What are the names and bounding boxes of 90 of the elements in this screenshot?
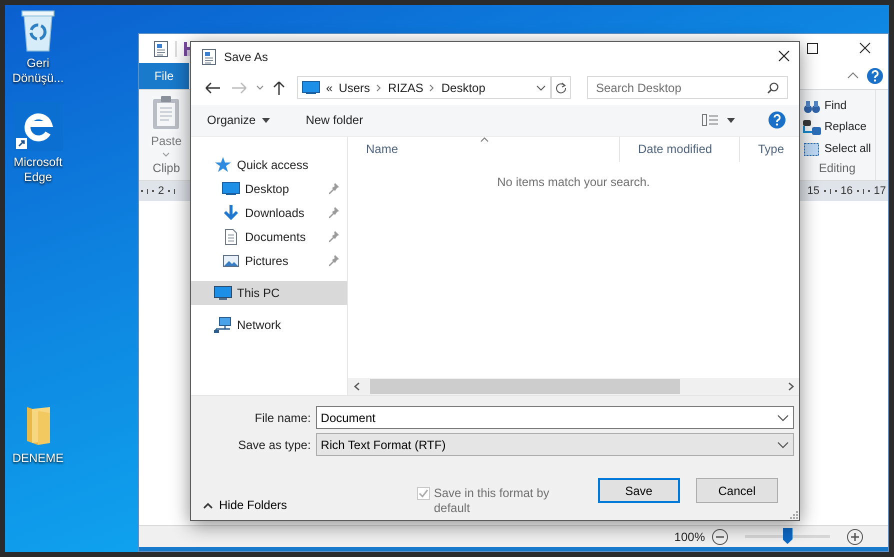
pin-icon[interactable]	[329, 206, 339, 219]
pin-icon[interactable]	[329, 182, 339, 195]
download-icon	[222, 204, 240, 222]
network-icon	[214, 316, 232, 334]
ruler-number: 15	[807, 184, 820, 199]
nav-item[interactable]: Documents	[191, 224, 347, 249]
computer-icon	[214, 284, 232, 302]
zoom-slider-thumb[interactable]	[782, 528, 792, 544]
separator-icon	[175, 40, 177, 56]
horizontal-scrollbar[interactable]	[348, 378, 799, 395]
nav-item[interactable]: Quick access	[191, 152, 347, 177]
ribbon-group-label: Editing	[818, 160, 856, 177]
refresh-icon	[555, 82, 567, 94]
zoom-out-icon[interactable]	[711, 528, 729, 546]
chevron-icon	[376, 84, 382, 92]
column-header[interactable]: Date modified	[620, 136, 740, 162]
file-tab[interactable]: File	[139, 63, 189, 89]
desktop-icon-label[interactable]: Microsoft Edge	[5, 155, 75, 185]
pin-icon[interactable]	[329, 230, 339, 243]
browser-icon[interactable]	[14, 102, 62, 151]
desktop-icon-label[interactable]: Geri Dönüşü...	[5, 56, 75, 86]
breadcrumb-overflow[interactable]: «	[326, 78, 333, 97]
caret-icon[interactable]	[727, 118, 735, 123]
dropdown-icon	[536, 84, 546, 92]
checkbox-label: Save in this format by default	[434, 486, 550, 516]
document-icon	[222, 228, 240, 246]
organize-button[interactable]: Organize	[199, 108, 278, 132]
help-icon[interactable]	[767, 110, 787, 130]
select-all-icon	[803, 142, 822, 157]
ruler-number: 17	[874, 184, 886, 199]
file-type-dropdown[interactable]: Rich Text Format (RTF)	[316, 433, 794, 456]
document-icon	[153, 40, 169, 58]
back-button[interactable]	[203, 80, 223, 96]
ruler-number: 2	[158, 184, 164, 199]
monitor-icon	[222, 180, 240, 198]
field-label: Save as type:	[237, 436, 311, 454]
column-header[interactable]: Name	[348, 136, 620, 162]
resize-grip-icon[interactable]	[788, 509, 798, 519]
ribbon-button[interactable]: Find	[801, 98, 873, 116]
caret-icon	[262, 118, 270, 123]
zoom-in-icon[interactable]	[846, 528, 864, 546]
recycle-bin-icon[interactable]	[20, 8, 56, 52]
arrow-up-icon	[271, 80, 287, 96]
scroll-left-icon[interactable]	[353, 382, 361, 391]
new-folder-button[interactable]: New folder	[298, 108, 372, 132]
pin-icon[interactable]	[329, 254, 339, 267]
monitor-icon	[302, 81, 320, 94]
ruler-number: 16	[840, 184, 853, 199]
replace-icon	[803, 120, 822, 136]
zoom-level: 100%	[674, 528, 705, 546]
dialog-button[interactable]: Save	[598, 478, 680, 503]
chevron-up-icon	[203, 502, 213, 508]
nav-item[interactable]: Desktop	[191, 176, 347, 201]
chevron-icon	[429, 84, 436, 92]
dropdown-icon	[777, 440, 789, 448]
dropdown-icon	[777, 414, 789, 422]
nav-item[interactable]: Pictures	[191, 248, 347, 273]
search-icon	[767, 82, 779, 94]
dropdown-value[interactable]: Rich Text Format (RTF)	[320, 436, 761, 454]
paste-button[interactable]: Paste	[149, 96, 184, 158]
empty-message: No items match your search.	[496, 174, 651, 191]
binoculars-icon	[803, 99, 822, 114]
dialog-button[interactable]: Cancel	[696, 478, 778, 503]
breadcrumb[interactable]: Users	[338, 78, 370, 97]
nav-item[interactable]: This PC	[191, 280, 347, 305]
breadcrumb[interactable]: RIZAS	[388, 78, 424, 97]
caret-icon	[162, 152, 170, 158]
window-title: Save As	[224, 48, 268, 66]
ribbon-group-label: Clipb	[152, 160, 180, 177]
refresh-button[interactable]	[551, 76, 571, 100]
view-icon[interactable]	[701, 113, 719, 128]
star-icon	[214, 156, 232, 174]
column-header[interactable]: Type	[740, 136, 798, 162]
field-label: File name:	[254, 410, 311, 426]
nav-item[interactable]: Downloads	[191, 200, 347, 225]
file-name-field[interactable]: Document	[316, 406, 794, 429]
scroll-right-icon[interactable]	[787, 382, 795, 391]
ribbon-button[interactable]: Replace	[801, 119, 873, 136]
document-icon	[201, 48, 217, 66]
breadcrumb[interactable]: Desktop	[441, 78, 486, 97]
arrow-right-icon	[229, 80, 249, 96]
ribbon-button[interactable]: Select all	[801, 140, 873, 158]
address-bar[interactable]: « Users RIZAS Desktop	[297, 76, 551, 100]
search-field[interactable]: Search Desktop	[587, 76, 788, 100]
hide-folders-button[interactable]: Hide Folders	[191, 496, 417, 514]
text-input[interactable]: Document	[320, 408, 761, 426]
arrow-left-icon	[203, 80, 223, 96]
clipboard-icon	[151, 96, 182, 130]
nav-item[interactable]: Network	[191, 312, 347, 337]
up-button[interactable]	[271, 80, 287, 96]
